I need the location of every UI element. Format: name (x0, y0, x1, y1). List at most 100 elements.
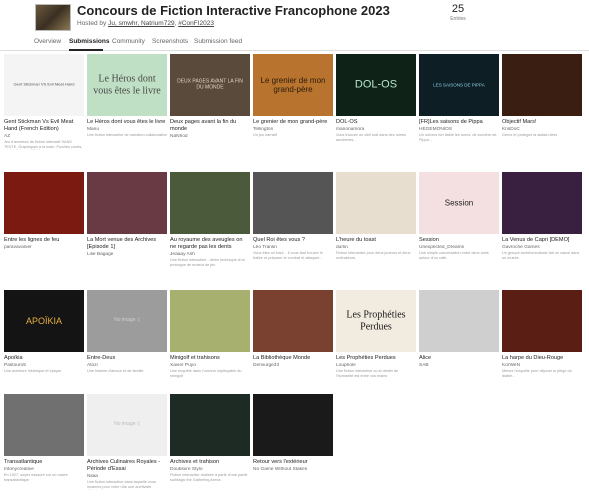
submission-title[interactable]: Entre les lignes de feu (4, 237, 84, 244)
submission-author[interactable]: Demiurge33 (253, 363, 333, 368)
submission-card[interactable]: DOL-OS DOL-OS manonamora Vous trouvez un vi… (336, 54, 416, 142)
submission-card[interactable]: Quel Roi êtes vous ? Léo Tranlin Vous êtes… (253, 172, 333, 260)
submission-card[interactable]: Alice SAB (419, 290, 499, 369)
submission-author[interactable]: HEGEMONIOS (419, 127, 499, 132)
submission-author[interactable]: Intonycreative (4, 467, 84, 472)
submission-author[interactable]: Lilie Bagage (87, 252, 167, 257)
submission-title[interactable]: Le grenier de mon grand-père (253, 119, 333, 126)
submission-title[interactable]: Archives et trahison (170, 459, 250, 466)
submission-title[interactable]: Les Prophéties Perdues (336, 355, 416, 362)
submission-card[interactable]: Gent Stickman VS Evil Meat Hand Gent Stic… (4, 54, 84, 150)
submission-thumbnail[interactable] (502, 172, 582, 234)
submission-card[interactable]: Entre les lignes de feu paravavanier (4, 172, 84, 251)
submission-author[interactable]: Nilaa (87, 474, 167, 479)
submission-thumbnail[interactable] (170, 172, 250, 234)
submission-thumbnail[interactable] (419, 290, 499, 352)
submission-card[interactable]: No image :(Entre-Deux Atozi Une histoire d… (87, 290, 167, 374)
submission-title[interactable]: Transatlantique (4, 459, 84, 466)
submission-card[interactable]: Les Prophéties Perdues Les Prophéties Per… (336, 290, 416, 378)
submission-thumbnail[interactable]: Gent Stickman VS Evil Meat Hand (4, 54, 84, 116)
submission-title[interactable]: L'heure du toast (336, 237, 416, 244)
submission-title[interactable]: La harpe du Dieu-Rouge (502, 355, 582, 362)
submission-title[interactable]: Au royaume des aveugles on ne regarde pa… (170, 237, 250, 251)
submission-card[interactable]: DEUX PAGES AVANT LA FIN DU MONDE Deux pag… (170, 54, 250, 140)
submission-card[interactable]: Retour vers l'extérieur No Game Without S… (253, 394, 333, 473)
submission-title[interactable]: Alice (419, 355, 499, 362)
submission-title[interactable]: Archives Culinaires Royales - Période d'… (87, 459, 167, 473)
tab-screenshots[interactable]: Screenshots (152, 38, 188, 45)
submission-title[interactable]: Le Héros dont vous êtes le livre (87, 119, 167, 126)
submission-title[interactable]: Minigolf et trahisons (170, 355, 250, 362)
submission-thumbnail[interactable]: LES SAISONS DE PIPPA (419, 54, 499, 116)
submission-author[interactable]: NaNhod (170, 134, 250, 139)
submission-thumbnail[interactable] (253, 172, 333, 234)
submission-thumbnail[interactable] (502, 290, 582, 352)
submission-thumbnail[interactable] (170, 394, 250, 456)
submission-author[interactable]: Louphole (336, 363, 416, 368)
submission-thumbnail[interactable]: APOÏKIA (4, 290, 84, 352)
submission-card[interactable]: No image :( Archives Culinaires Royales -… (87, 394, 167, 490)
submission-author[interactable]: Pastouro5 (4, 363, 84, 368)
submission-card[interactable]: La Bibliothèque Monde Demiurge33 (253, 290, 333, 369)
tab-submission-feed[interactable]: Submission feed (194, 38, 242, 45)
submission-author[interactable]: KrisDoC (502, 127, 582, 132)
submission-title[interactable]: Entre-Deux (87, 355, 167, 362)
submission-author[interactable]: No Game Without Stakes (253, 467, 333, 472)
submission-title[interactable]: Quel Roi êtes vous ? (253, 237, 333, 244)
submission-title[interactable]: La Venus de Capri [DEMO] (502, 237, 582, 244)
submission-title[interactable]: Gent Stickman Vs Evil Meat Hand (French … (4, 119, 84, 133)
submission-card[interactable]: Objectif Mars! KrisDoC Gérez et protégez l… (502, 54, 582, 138)
submission-author[interactable]: AZ (4, 134, 84, 139)
submission-author[interactable]: paravavanier (4, 245, 84, 250)
submission-title[interactable]: La Bibliothèque Monde (253, 355, 333, 362)
submission-author[interactable]: KorWeN (502, 363, 582, 368)
submission-thumbnail[interactable]: Le grenier de mon grand-père (253, 54, 333, 116)
tab-community[interactable]: Community (112, 38, 145, 45)
submission-author[interactable]: Gavroche Games (502, 245, 582, 250)
hashtag-link[interactable]: #ConFI2023 (178, 20, 214, 27)
tab-submissions[interactable]: Submissions (69, 38, 109, 45)
submission-author[interactable]: Xavier Puyo (170, 363, 250, 368)
submission-author[interactable]: durlin (336, 245, 416, 250)
submission-title[interactable]: Session (419, 237, 499, 244)
jam-banner-image[interactable] (35, 4, 71, 31)
tab-overview[interactable]: Overview (34, 38, 61, 45)
submission-thumbnail[interactable]: No image :( (87, 394, 167, 456)
submission-title[interactable]: Objectif Mars! (502, 119, 582, 126)
submission-card[interactable]: L'heure du toast durlin Fiction interactiv… (336, 172, 416, 260)
submission-author[interactable]: Unexpected_Dreams (419, 245, 499, 250)
submission-thumbnail[interactable]: Les Prophéties Perdues (336, 290, 416, 352)
submission-author[interactable]: Atozi (87, 363, 167, 368)
submission-card[interactable]: Minigolf et trahisons Xavier Puyo Une enqu… (170, 290, 250, 378)
submission-thumbnail[interactable] (253, 290, 333, 352)
submission-thumbnail[interactable] (170, 290, 250, 352)
submission-title[interactable]: Deux pages avant la fin du monde (170, 119, 250, 133)
submission-thumbnail[interactable]: Le Héros dont vous êtes le livre (87, 54, 167, 116)
submission-thumbnail[interactable] (253, 394, 333, 456)
submission-author[interactable]: Léo Tranlin (253, 245, 333, 250)
submission-author[interactable]: Jeaaay Ash (170, 252, 250, 257)
submission-card[interactable]: La harpe du Dieu-Rouge KorWeN Menez l'enqu… (502, 290, 582, 378)
submission-card[interactable]: Le Héros dont vous êtes le livre Le Héros… (87, 54, 167, 138)
submission-card[interactable]: Archives et trahison Doubloire Stylo Ficti… (170, 394, 250, 482)
submission-thumbnail[interactable]: DOL-OS (336, 54, 416, 116)
submission-title[interactable]: DOL-OS (336, 119, 416, 126)
submission-card[interactable]: LES SAISONS DE PIPPA [FR]Les saisons de P… (419, 54, 499, 142)
submission-thumbnail[interactable] (336, 172, 416, 234)
submission-title[interactable]: La Mort venue des Archives [Episode 1] (87, 237, 167, 251)
submission-card[interactable]: Le grenier de mon grand-père Le grenier d… (253, 54, 333, 138)
submission-card[interactable]: APOÏKIA Apoïkia Pastouro5 Une aventure hist… (4, 290, 84, 374)
submission-thumbnail[interactable] (4, 394, 84, 456)
submission-title[interactable]: Apoïkia (4, 355, 84, 362)
submission-thumbnail[interactable] (502, 54, 582, 116)
submission-author[interactable]: Tellington (253, 127, 333, 132)
submission-thumbnail[interactable] (87, 172, 167, 234)
hosts-link[interactable]: Ju, smwhr, Natrium729 (108, 20, 174, 27)
submission-card[interactable]: La Venus de Capri [DEMO] Gavroche Games Un… (502, 172, 582, 260)
submission-author[interactable]: Doubloire Stylo (170, 467, 250, 472)
submission-card[interactable]: La Mort venue des Archives [Episode 1] Li… (87, 172, 167, 258)
submission-card[interactable]: Transatlantique Intonycreative En 1927, so… (4, 394, 84, 482)
submission-thumbnail[interactable] (4, 172, 84, 234)
submission-author[interactable]: manonamora (336, 127, 416, 132)
submission-author[interactable]: SAB (419, 363, 499, 368)
